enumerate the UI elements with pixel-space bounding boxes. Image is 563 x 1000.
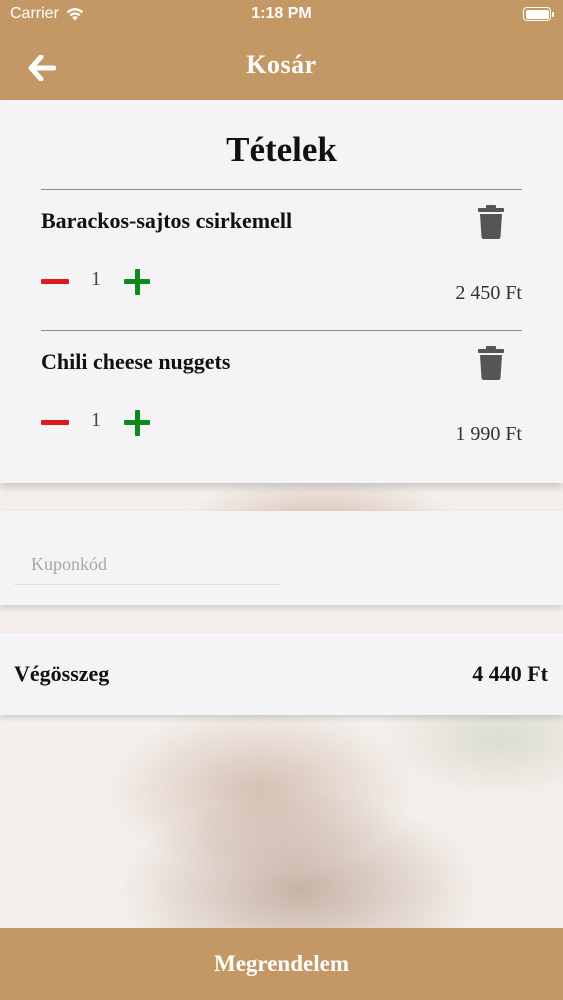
- status-bar: Carrier 1:18 PM: [0, 0, 563, 30]
- decrease-quantity-button[interactable]: [40, 408, 70, 438]
- cart-item-name: Barackos-sajtos csirkemell: [41, 208, 293, 233]
- item-quantity: 1: [91, 409, 101, 431]
- coupon-card: [0, 511, 563, 605]
- page-title: Kosár: [246, 50, 317, 79]
- trash-icon[interactable]: [476, 204, 506, 240]
- item-divider: [41, 330, 522, 331]
- cart-items-card: Tételek Barackos-sajtos csirkemell 1 2 4…: [0, 100, 563, 483]
- item-price: 2 450 Ft: [455, 282, 522, 304]
- increase-quantity-button[interactable]: [122, 267, 152, 297]
- app-header: Carrier 1:18 PM Kosár: [0, 0, 563, 100]
- item-quantity: 1: [91, 268, 101, 290]
- increase-quantity-button[interactable]: [122, 408, 152, 438]
- item-price: 1 990 Ft: [455, 423, 522, 445]
- total-card: Végösszeg 4 440 Ft: [0, 633, 563, 715]
- coupon-code-input[interactable]: [14, 545, 280, 585]
- items-section-title: Tételek: [226, 130, 337, 169]
- battery-fill: [525, 9, 549, 19]
- place-order-button[interactable]: Megrendelem: [0, 928, 563, 1000]
- status-time: 1:18 PM: [251, 5, 312, 22]
- cart-item-name: Chili cheese nuggets: [41, 349, 231, 374]
- total-label: Végösszeg: [14, 661, 110, 686]
- trash-icon[interactable]: [476, 345, 506, 381]
- battery-icon: [523, 7, 554, 21]
- decrease-quantity-button[interactable]: [40, 267, 70, 297]
- item-divider: [41, 189, 522, 190]
- total-value: 4 440 Ft: [472, 661, 548, 686]
